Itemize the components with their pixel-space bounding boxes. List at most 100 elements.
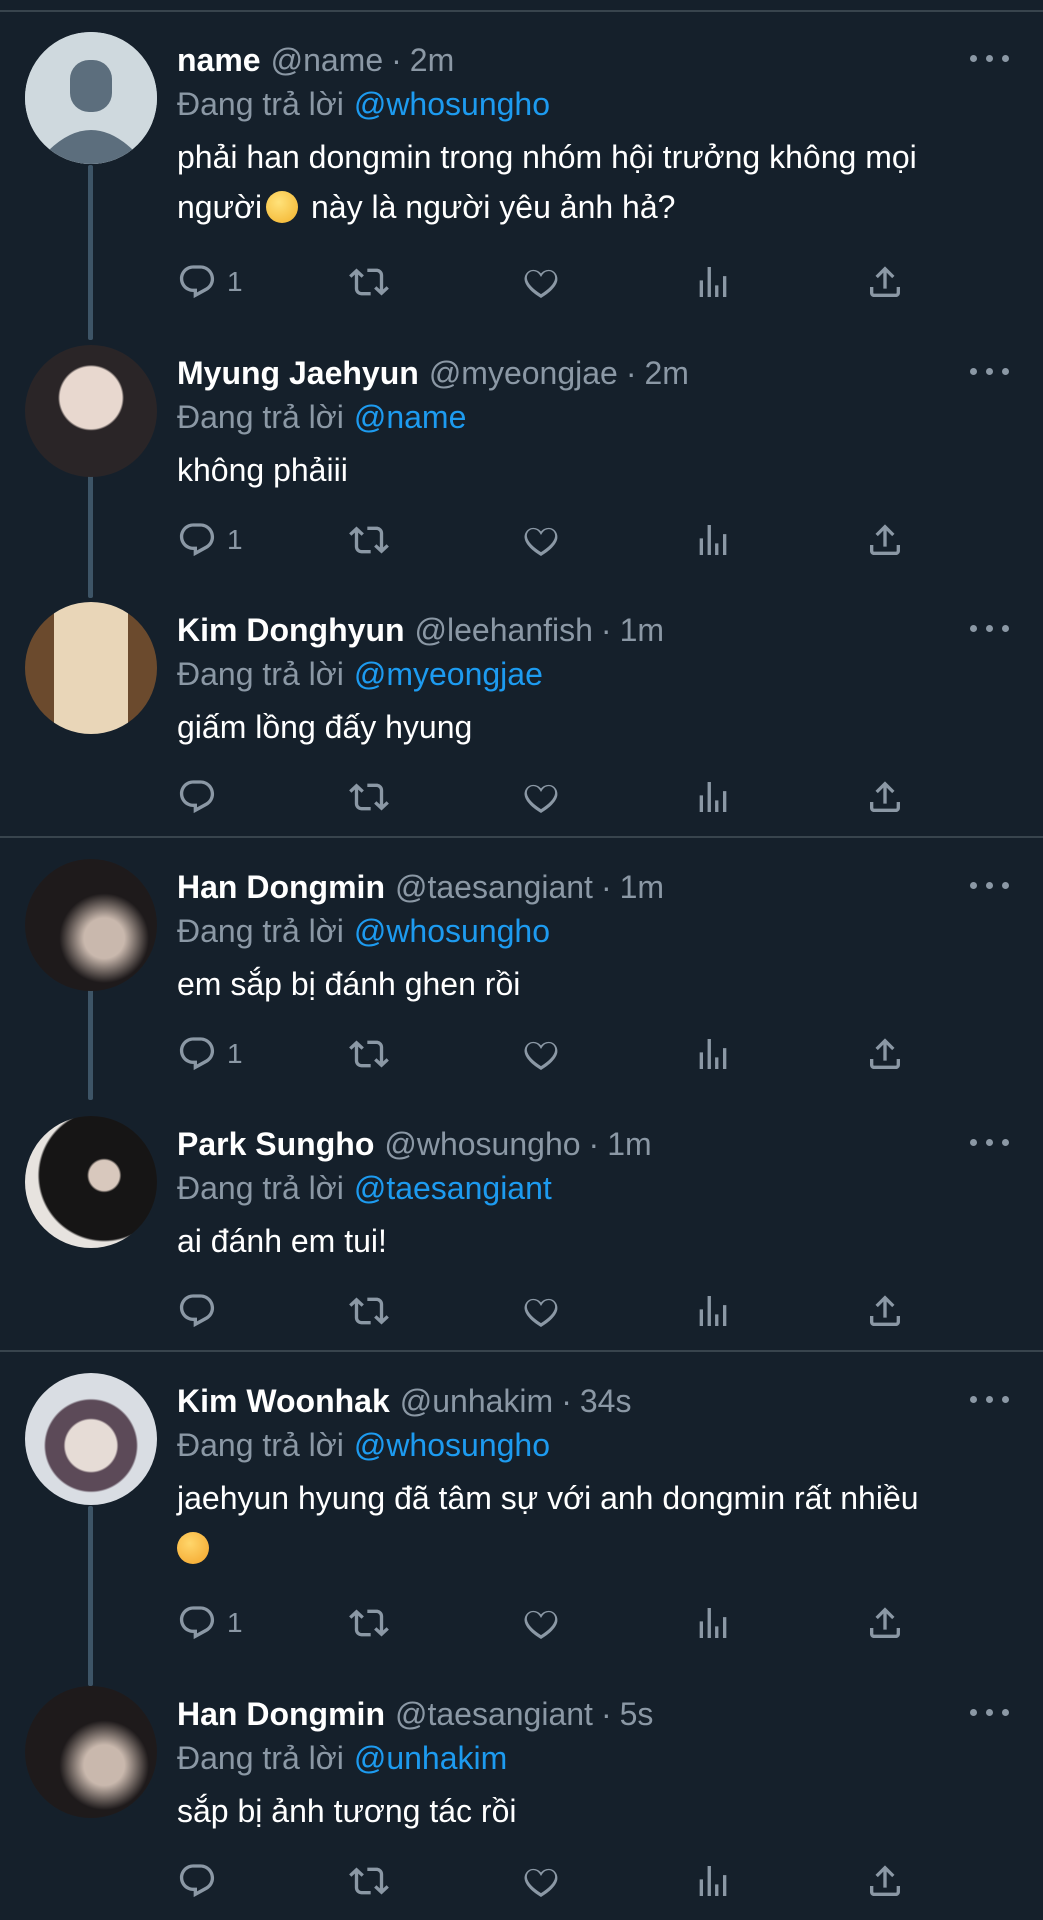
share-button[interactable] [865,1032,905,1076]
retweet-button[interactable] [349,1032,389,1076]
like-button[interactable] [521,260,561,304]
display-name[interactable]: Han Dongmin [177,1696,385,1732]
reply-button[interactable] [177,775,227,819]
reply-context: Đang trả lời @myeongjae [177,652,543,696]
share-button[interactable] [865,260,905,304]
reply-icon [177,262,217,302]
reply-button[interactable]: 1 [177,518,243,562]
timestamp[interactable]: 2m [410,42,454,78]
like-button[interactable] [521,775,561,819]
user-handle[interactable]: @whosungho [384,1126,580,1162]
share-icon [865,1603,905,1643]
display-name[interactable]: Park Sungho [177,1126,374,1162]
mention-link[interactable]: @taesangiant [354,1170,552,1206]
mention-link[interactable]: @name [354,399,467,435]
retweet-button[interactable] [349,775,389,819]
separator-dot: · [391,42,402,78]
timestamp[interactable]: 1m [607,1126,651,1162]
avatar[interactable] [25,32,157,164]
more-options-icon[interactable] [970,365,1010,379]
tweet-text: giấm lồng đấy hyung [177,709,473,745]
tweet-text: phải han dongmin trong nhóm hội trưởng k… [177,132,1007,232]
tweet-header: Kim Donghyun @leehanfish · 1m [177,608,664,652]
more-options-icon[interactable] [970,879,1010,893]
reply-button[interactable]: 1 [177,260,243,304]
user-handle[interactable]: @taesangiant [395,869,593,905]
like-button[interactable] [521,1859,561,1903]
like-button[interactable] [521,518,561,562]
display-name[interactable]: Han Dongmin [177,869,385,905]
more-options-icon[interactable] [970,52,1010,66]
share-button[interactable] [865,775,905,819]
user-handle[interactable]: @unhakim [400,1383,553,1419]
more-options-icon[interactable] [970,1136,1010,1150]
display-name[interactable]: Myung Jaehyun [177,355,419,391]
reply-icon [177,520,217,560]
timestamp[interactable]: 1m [620,612,664,648]
retweet-button[interactable] [349,1289,389,1333]
retweet-icon [349,262,389,302]
thread-divider [0,1350,1043,1352]
share-button[interactable] [865,1601,905,1645]
mention-link[interactable]: @whosungho [354,86,550,122]
display-name[interactable]: Kim Donghyun [177,612,405,648]
retweet-icon [349,1603,389,1643]
timestamp[interactable]: 5s [620,1696,654,1732]
share-button[interactable] [865,1289,905,1333]
views-button[interactable] [693,1601,733,1645]
default-avatar-icon [25,32,157,164]
like-button[interactable] [521,1601,561,1645]
more-options-icon[interactable] [970,622,1010,636]
share-button[interactable] [865,1859,905,1903]
views-button[interactable] [693,518,733,562]
share-icon [865,520,905,560]
like-button[interactable] [521,1289,561,1333]
timestamp[interactable]: 2m [645,355,689,391]
avatar[interactable] [25,1373,157,1505]
timestamp[interactable]: 1m [620,869,664,905]
action-bar [177,1859,1007,1903]
views-button[interactable] [693,1032,733,1076]
reply-prefix: Đang trả lời [177,656,344,692]
user-handle[interactable]: @name [271,42,384,78]
retweet-button[interactable] [349,518,389,562]
mention-link[interactable]: @whosungho [354,913,550,949]
user-handle[interactable]: @leehanfish [415,612,593,648]
share-icon [865,1291,905,1331]
retweet-button[interactable] [349,1859,389,1903]
tweet-header: Kim Woonhak @unhakim · 34s [177,1379,631,1423]
reply-button[interactable] [177,1289,227,1333]
mention-link[interactable]: @myeongjae [354,656,543,692]
like-button[interactable] [521,1032,561,1076]
reply-button[interactable]: 1 [177,1601,243,1645]
heart-icon [521,1861,561,1901]
user-handle[interactable]: @myeongjae [429,355,618,391]
reply-button[interactable]: 1 [177,1032,243,1076]
views-button[interactable] [693,1859,733,1903]
reply-button[interactable] [177,1859,227,1903]
retweet-button[interactable] [349,1601,389,1645]
timestamp[interactable]: 34s [580,1383,632,1419]
avatar[interactable] [25,602,157,734]
avatar[interactable] [25,859,157,991]
separator-dot: · [600,1696,612,1732]
views-button[interactable] [693,775,733,819]
avatar[interactable] [25,345,157,477]
views-button[interactable] [693,260,733,304]
separator-dot: · [561,1383,572,1419]
reply-count: 1 [227,266,243,297]
views-button[interactable] [693,1289,733,1333]
display-name[interactable]: Kim Woonhak [177,1383,390,1419]
user-handle[interactable]: @taesangiant [395,1696,593,1732]
more-options-icon[interactable] [970,1706,1010,1720]
avatar[interactable] [25,1686,157,1818]
avatar[interactable] [25,1116,157,1248]
tweet-text-b: này là người yêu ảnh hả? [302,189,676,225]
share-button[interactable] [865,518,905,562]
separator-dot: · [625,355,637,391]
mention-link[interactable]: @whosungho [354,1427,550,1463]
mention-link[interactable]: @unhakim [354,1740,507,1776]
display-name[interactable]: name [177,42,261,78]
retweet-button[interactable] [349,260,389,304]
more-options-icon[interactable] [970,1393,1010,1407]
